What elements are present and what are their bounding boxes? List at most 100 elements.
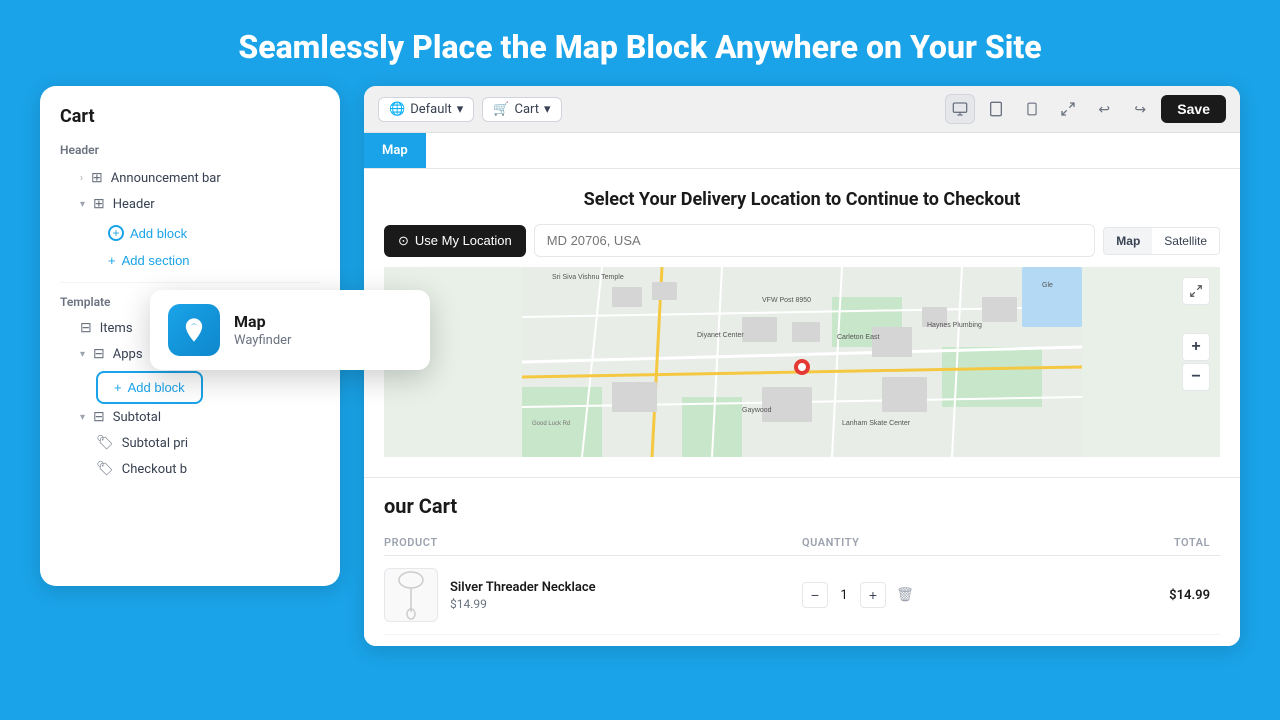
subtotal-price-label: Subtotal pri [122, 436, 188, 451]
map-tab[interactable]: Map [364, 133, 426, 168]
header-icon: ⊞ [93, 196, 105, 212]
quantity-increase-button[interactable]: + [860, 582, 886, 608]
product-name: Silver Threader Necklace [450, 580, 596, 595]
cart-section-title: our Cart [384, 494, 1220, 518]
expand-btn[interactable] [1053, 94, 1083, 124]
location-pin-icon [180, 316, 208, 344]
redo-btn[interactable]: ↪ [1125, 94, 1155, 124]
cart-icon: 🛒 [493, 102, 509, 117]
sidebar-item-header[interactable]: ▾ ⊞ Header [60, 191, 320, 217]
svg-text:Carleton East: Carleton East [837, 334, 879, 341]
map-svg: Sri Siva Vishnu Temple Gle VFW Post 8950… [384, 267, 1220, 457]
plus-circle-icon3: + [114, 380, 122, 395]
map-tooltip: Map Wayfinder [150, 290, 430, 370]
header-section-label: Header [60, 143, 320, 157]
zoom-out-button[interactable]: − [1182, 363, 1210, 391]
svg-text:Diyanet Center: Diyanet Center [697, 332, 744, 339]
browser-panel: 🌐 Default ▾ 🛒 Cart ▾ [364, 86, 1240, 646]
zoom-in-button[interactable]: + [1182, 333, 1210, 361]
map-tooltip-icon [168, 304, 220, 356]
map-type-satellite-btn[interactable]: Satellite [1152, 228, 1219, 254]
tag-icon: 🏷 [96, 435, 114, 451]
mobile-view-btn[interactable] [1017, 94, 1047, 124]
apps-icon: ⊟ [93, 346, 105, 362]
use-location-label: Use My Location [415, 233, 512, 248]
delete-item-button[interactable]: 🗑 [892, 582, 918, 608]
map-type-map-btn[interactable]: Map [1104, 228, 1152, 254]
plus-circle-icon2: + [108, 253, 116, 268]
tablet-view-btn[interactable] [981, 94, 1011, 124]
target-icon: ⊙ [398, 233, 409, 249]
address-input[interactable] [534, 224, 1096, 257]
product-cell: Silver Threader Necklace $14.99 [384, 568, 802, 622]
cart-panel-title: Cart [60, 106, 320, 127]
add-block-button-header[interactable]: + Add block [96, 219, 199, 247]
map-zoom-controls: + − [1182, 333, 1210, 391]
default-dropdown[interactable]: 🌐 Default ▾ [378, 97, 474, 122]
tooltip-title: Map [234, 312, 291, 331]
header-label: Header [113, 197, 155, 212]
chevron-down-icon4: ▾ [457, 102, 464, 117]
divider [60, 282, 320, 283]
add-section-button[interactable]: + Add section [96, 247, 202, 274]
svg-text:Lanham Skate Center: Lanham Skate Center [842, 420, 911, 427]
checkout-icon: 🏷 [96, 461, 114, 477]
quantity-column-header: QUANTITY [802, 536, 1011, 549]
desktop-view-btn[interactable] [945, 94, 975, 124]
sidebar-item-subtotal-price[interactable]: 🏷 Subtotal pri [60, 430, 320, 456]
total-column-header: TOTAL [1011, 536, 1220, 549]
sidebar-item-checkout-btn[interactable]: 🏷 Checkout b [60, 456, 320, 482]
svg-text:Good Luck Rd: Good Luck Rd [532, 421, 570, 427]
cart-label: Cart [515, 102, 540, 117]
chevron-down-icon5: ▾ [544, 102, 551, 117]
quantity-cell: − 1 + 🗑 [802, 582, 1011, 608]
chevron-down-icon2: ▾ [80, 349, 85, 360]
page-title: Seamlessly Place the Map Block Anywhere … [198, 0, 1081, 86]
quantity-value: 1 [834, 588, 854, 603]
quantity-decrease-button[interactable]: − [802, 582, 828, 608]
chevron-down-icon: ▾ [80, 199, 85, 210]
use-location-button[interactable]: ⊙ Use My Location [384, 225, 526, 257]
subtotal-icon: ⊟ [93, 409, 105, 425]
svg-text:VFW Post 8950: VFW Post 8950 [762, 297, 811, 304]
subtotal-label: Subtotal [113, 410, 161, 425]
svg-text:Haynes Plumbing: Haynes Plumbing [927, 322, 982, 329]
browser-toolbar: 🌐 Default ▾ 🛒 Cart ▾ [364, 86, 1240, 133]
svg-text:Gaywood: Gaywood [742, 407, 772, 414]
svg-text:Gle: Gle [1042, 282, 1053, 289]
browser-left-controls: 🌐 Default ▾ 🛒 Cart ▾ [378, 97, 562, 122]
product-thumbnail [384, 568, 438, 622]
browser-right-controls: ↩ ↪ Save [945, 94, 1226, 124]
globe-icon: 🌐 [389, 102, 405, 117]
add-block-button-apps[interactable]: + Add block [96, 371, 203, 404]
map-section: Select Your Delivery Location to Continu… [364, 169, 1240, 478]
sidebar-item-subtotal[interactable]: ▾ ⊟ Subtotal [60, 404, 320, 430]
fullscreen-button[interactable] [1182, 277, 1210, 305]
total-cell: $14.99 [1011, 588, 1220, 603]
cart-table-header: PRODUCT QUANTITY TOTAL [384, 530, 1220, 556]
plus-circle-icon: + [108, 225, 124, 241]
chevron-down-icon3: ▾ [80, 412, 85, 423]
apps-label: Apps [113, 347, 143, 362]
table-row: Silver Threader Necklace $14.99 − 1 + 🗑 … [384, 556, 1220, 635]
map-tab-bar: Map [364, 133, 1240, 169]
undo-btn[interactable]: ↩ [1089, 94, 1119, 124]
default-label: Default [410, 102, 452, 117]
map-type-buttons: Map Satellite [1103, 227, 1220, 255]
svg-text:Sri Siva Vishnu Temple: Sri Siva Vishnu Temple [552, 274, 624, 281]
map-section-title: Select Your Delivery Location to Continu… [384, 189, 1220, 210]
save-button[interactable]: Save [1161, 95, 1226, 123]
items-label: Items [100, 321, 133, 336]
product-price: $14.99 [450, 597, 596, 611]
map-controls-row: ⊙ Use My Location Map Satellite [384, 224, 1220, 257]
sidebar-item-announcement-bar[interactable]: › ⊞ Announcement bar [60, 165, 320, 191]
chevron-right-icon: › [80, 173, 83, 184]
map-tooltip-text: Map Wayfinder [234, 312, 291, 348]
cart-dropdown[interactable]: 🛒 Cart ▾ [482, 97, 561, 122]
announcement-bar-label: Announcement bar [111, 171, 221, 186]
items-icon: ⊟ [80, 320, 92, 336]
map-image-area: Sri Siva Vishnu Temple Gle VFW Post 8950… [384, 267, 1220, 457]
checkout-btn-label: Checkout b [122, 462, 187, 477]
tooltip-subtitle: Wayfinder [234, 333, 291, 348]
product-column-header: PRODUCT [384, 536, 802, 549]
